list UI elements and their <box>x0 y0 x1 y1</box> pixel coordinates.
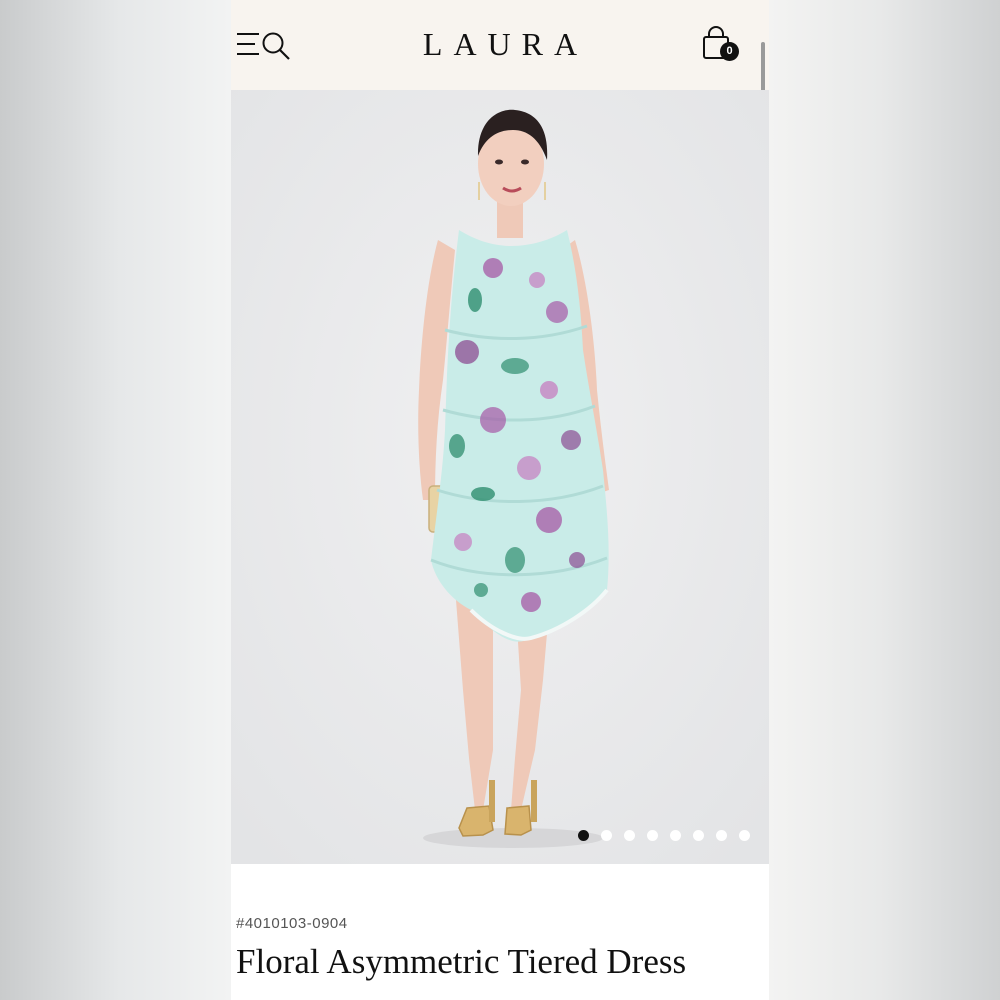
carousel-dot[interactable] <box>739 830 750 841</box>
carousel-dot[interactable] <box>578 830 589 841</box>
product-image-carousel[interactable] <box>231 90 769 864</box>
brand-logo[interactable]: LAURA <box>231 26 769 63</box>
site-header: LAURA 0 <box>231 0 769 240</box>
carousel-dot[interactable] <box>716 830 727 841</box>
shopping-bag-button[interactable]: 0 <box>701 26 743 66</box>
carousel-dot[interactable] <box>601 830 612 841</box>
product-sku: #4010103-0904 <box>236 915 348 932</box>
mobile-screen: LAURA 0 #4010103-0904 Floral Asymmetric … <box>231 0 769 1000</box>
carousel-dot[interactable] <box>693 830 704 841</box>
carousel-pagination <box>578 830 750 841</box>
product-title: Floral Asymmetric Tiered Dress <box>236 942 687 981</box>
bag-count-badge: 0 <box>720 42 739 61</box>
product-photo <box>231 90 769 864</box>
carousel-dot[interactable] <box>624 830 635 841</box>
product-info: #4010103-0904 Floral Asymmetric Tiered D… <box>231 864 769 1000</box>
carousel-dot[interactable] <box>647 830 658 841</box>
carousel-dot[interactable] <box>670 830 681 841</box>
